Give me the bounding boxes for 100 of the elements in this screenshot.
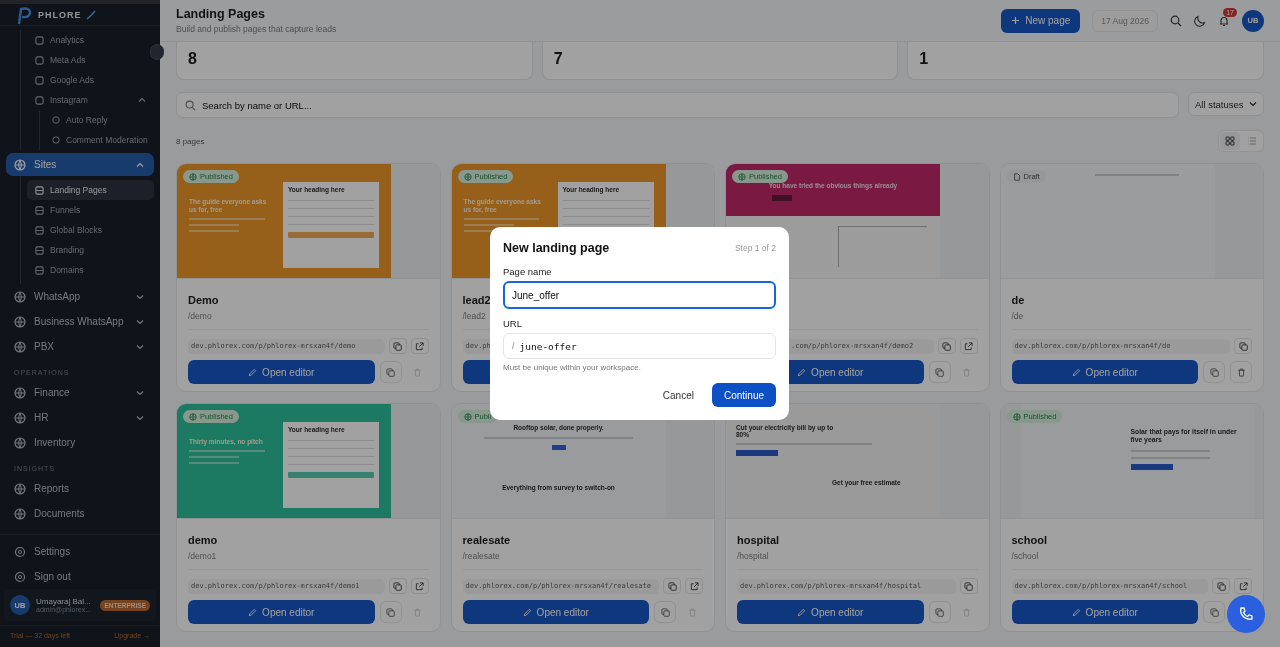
duplicate-button[interactable] xyxy=(928,601,951,623)
copy-icon xyxy=(964,581,973,591)
url-field[interactable]: / june-offer xyxy=(503,333,776,359)
sidebar-item[interactable]: Business WhatsApp xyxy=(6,309,154,334)
sidebar-item[interactable]: Settings xyxy=(6,539,154,564)
collapse-toggle[interactable] xyxy=(150,44,164,60)
sidebar-subitem[interactable]: Domains xyxy=(27,260,154,280)
open-editor-button[interactable]: Open editor xyxy=(737,600,924,624)
page-title: Landing Pages xyxy=(176,7,266,21)
sidebar-item[interactable]: WhatsApp xyxy=(6,284,154,309)
trash-icon xyxy=(687,607,697,617)
chevron-icon[interactable] xyxy=(136,388,144,397)
moon-icon[interactable] xyxy=(1194,14,1206,27)
globe-icon xyxy=(14,158,26,171)
sidebar-item[interactable]: Sign out xyxy=(6,564,154,589)
copy-link-button[interactable] xyxy=(937,338,956,354)
copy-link-button[interactable] xyxy=(663,578,681,594)
layout-icon xyxy=(35,265,44,275)
sidebar-item[interactable]: Documents xyxy=(6,501,154,526)
copy-link-button[interactable] xyxy=(388,338,407,354)
sidebar-subitem[interactable]: Landing Pages xyxy=(27,180,154,200)
duplicate-button[interactable] xyxy=(654,601,676,623)
copy-icon xyxy=(393,341,402,351)
sidebar-subitem[interactable]: Global Blocks xyxy=(27,220,154,240)
sidebar-subitem[interactable]: Google Ads xyxy=(27,70,154,90)
open-editor-button[interactable]: Open editor xyxy=(462,600,649,624)
open-editor-button[interactable]: Open editor xyxy=(1011,600,1198,624)
status-filter[interactable]: All statuses xyxy=(1188,92,1264,116)
layout-icon xyxy=(35,225,44,235)
duplicate-button[interactable] xyxy=(1203,601,1225,623)
duplicate-button[interactable] xyxy=(379,601,402,623)
external-link-icon xyxy=(689,581,699,591)
cancel-button[interactable]: Cancel xyxy=(652,383,704,407)
circle-icon xyxy=(52,116,60,124)
sidebar-subitem[interactable]: Instagram xyxy=(27,90,154,110)
document-icon xyxy=(1012,172,1021,181)
open-link-button[interactable] xyxy=(685,578,703,594)
trash-icon xyxy=(413,607,422,617)
copy-icon xyxy=(1209,607,1219,617)
open-link-button[interactable] xyxy=(959,338,978,354)
stat-value: 1 xyxy=(919,50,929,67)
pencil-icon xyxy=(797,607,807,617)
chevron-icon[interactable] xyxy=(138,96,146,104)
open-link-button[interactable] xyxy=(410,578,429,594)
layout-icon xyxy=(35,205,44,215)
sidebar-item[interactable]: Sites xyxy=(6,153,154,176)
copy-link-button[interactable] xyxy=(959,578,978,594)
page-path: /demo1 xyxy=(188,551,217,561)
copy-link-button[interactable] xyxy=(388,578,407,594)
chevron-icon[interactable] xyxy=(136,292,144,301)
sidebar-subitem[interactable]: Funnels xyxy=(27,200,154,220)
sidebar-subitem[interactable]: Auto Reply xyxy=(46,110,154,130)
copy-link-button[interactable] xyxy=(1212,578,1230,594)
open-editor-button[interactable]: Open editor xyxy=(188,360,375,384)
dialog-title: New landing page xyxy=(503,241,610,255)
plus-icon xyxy=(1011,16,1021,25)
delete-button[interactable] xyxy=(1230,361,1252,383)
trash-icon xyxy=(1236,367,1246,377)
chevron-icon[interactable] xyxy=(136,317,144,326)
copy-link-button[interactable] xyxy=(1234,338,1252,354)
open-editor-button[interactable]: Open editor xyxy=(1011,360,1198,384)
duplicate-button[interactable] xyxy=(1203,361,1225,383)
sidebar-item[interactable]: Finance xyxy=(6,380,154,405)
circle-icon xyxy=(52,136,60,144)
duplicate-button[interactable] xyxy=(928,361,951,383)
copy-icon xyxy=(386,367,395,377)
open-editor-button[interactable]: Open editor xyxy=(188,600,375,624)
open-link-button[interactable] xyxy=(1234,578,1252,594)
field-label: URL xyxy=(503,318,523,329)
page-name: Demo xyxy=(188,294,219,307)
sidebar-item[interactable]: Inventory xyxy=(6,430,154,455)
chevron-icon[interactable] xyxy=(136,160,144,169)
duplicate-button[interactable] xyxy=(379,361,402,383)
page-name: realesate xyxy=(462,534,511,547)
grid-view-button[interactable] xyxy=(1220,132,1240,150)
stat-value: 7 xyxy=(553,50,563,67)
sidebar-subitem[interactable]: Meta Ads xyxy=(27,50,154,70)
page-name-field[interactable]: June_offer xyxy=(503,281,776,309)
copy-icon xyxy=(1238,341,1248,351)
page-count: 8 pages xyxy=(176,136,205,146)
globe-icon xyxy=(738,172,746,181)
sidebar-item[interactable]: HR xyxy=(6,405,154,430)
step-indicator: Step 1 of 2 xyxy=(734,243,776,253)
bell-icon[interactable] xyxy=(1218,14,1230,27)
continue-button[interactable]: Continue xyxy=(711,383,776,407)
search-icon[interactable] xyxy=(1170,14,1182,27)
sidebar-subitem[interactable]: Branding xyxy=(27,240,154,260)
chevron-icon[interactable] xyxy=(136,413,144,422)
external-link-icon xyxy=(415,581,424,591)
copy-icon xyxy=(1209,367,1219,377)
copy-icon xyxy=(667,581,677,591)
external-link-icon xyxy=(415,341,424,351)
sidebar-item[interactable]: PBX xyxy=(6,334,154,359)
open-link-button[interactable] xyxy=(410,338,429,354)
sidebar-subitem[interactable]: Comment Moderation xyxy=(46,130,154,150)
chevron-icon[interactable] xyxy=(136,342,144,351)
search-field[interactable]: Search by name or URL... xyxy=(176,92,1179,118)
sidebar-item[interactable]: Reports xyxy=(6,476,154,501)
new-page-button[interactable]: New page xyxy=(1001,8,1081,33)
sidebar-subitem[interactable]: Analytics xyxy=(27,30,154,50)
